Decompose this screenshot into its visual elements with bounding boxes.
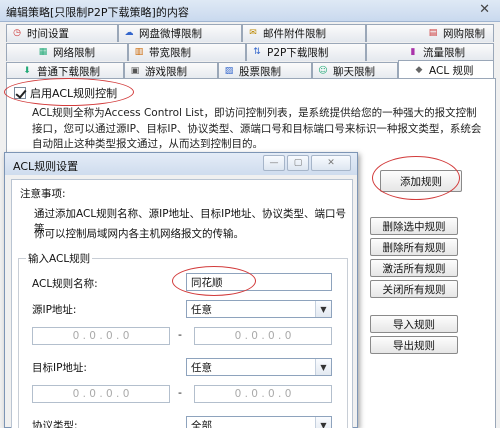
tab-mail-attachment[interactable]: ✉ 邮件附件限制 [242, 24, 366, 42]
download-icon: ⬇ [23, 66, 31, 76]
acl-description: ACL规则全称为Access Control List，即访问控制列表，是系统提… [32, 107, 482, 150]
acl-icon: ◆ [415, 65, 423, 75]
tab-label: 时间设置 [27, 28, 69, 40]
tab-network[interactable]: ▦ 网络限制 [6, 43, 128, 61]
source-ip-selected: 任意 [191, 303, 212, 316]
game-icon: ▣ [130, 66, 140, 76]
cloud-icon: ☁ [124, 28, 134, 38]
rule-name-input[interactable]: 同花顺 [186, 273, 332, 291]
traffic-icon: ▮ [410, 47, 416, 57]
dest-ip-select[interactable]: 任意 ▼ [186, 358, 332, 376]
tab-row-2: ▦ 网络限制 ▥ 带宽限制 ⇅ P2P下载限制 ▮ 流量限制 [6, 43, 494, 61]
tab-label: 网盘微博限制 [139, 28, 202, 40]
tab-label: 聊天限制 [333, 66, 375, 78]
enable-acl-label: 启用ACL规则控制 [30, 87, 118, 100]
dest-ip-start[interactable]: 0 . 0 . 0 . 0 [32, 385, 170, 403]
source-ip-label: 源IP地址: [32, 304, 77, 316]
tab-label: 带宽限制 [149, 47, 191, 59]
notes-heading: 注意事项: [20, 188, 66, 200]
bandwidth-icon: ▥ [134, 47, 144, 57]
enable-acl-checkbox[interactable] [14, 87, 26, 99]
dialog-body: 注意事项: 通过添加ACL规则名称、源IP地址、目标IP地址、协议类型、端口号等… [11, 179, 353, 428]
tab-label: 流量限制 [423, 47, 465, 59]
mail-icon: ✉ [249, 28, 257, 38]
window-title-bar: 编辑策略[只限制P2P下载策略]的内容 ✕ [0, 0, 500, 22]
chat-icon: ☺ [318, 66, 328, 76]
acl-rule-dialog: ACL规则设置 — ▢ ✕ 注意事项: 通过添加ACL规则名称、源IP地址、目标… [4, 152, 358, 428]
export-rules-button[interactable]: 导出规则 [370, 336, 458, 354]
delete-selected-button[interactable]: 删除选中规则 [370, 217, 458, 235]
range-dash: - [178, 328, 182, 341]
stock-icon: ▨ [224, 66, 234, 76]
source-ip-start[interactable]: 0 . 0 . 0 . 0 [32, 327, 170, 345]
rule-name-label: ACL规则名称: [32, 278, 98, 290]
tab-online-shopping[interactable]: ▤ 网购限制 [366, 24, 494, 42]
activate-all-button[interactable]: 激活所有规则 [370, 259, 458, 277]
chevron-down-icon: ▼ [315, 417, 331, 428]
protocol-select[interactable]: 全部 ▼ [186, 416, 332, 428]
dest-ip-end[interactable]: 0 . 0 . 0 . 0 [194, 385, 332, 403]
tab-p2p-download[interactable]: ⇅ P2P下载限制 [246, 43, 366, 61]
p2p-icon: ⇅ [253, 47, 261, 57]
maximize-icon[interactable]: ▢ [287, 155, 309, 171]
window-title: 编辑策略[只限制P2P下载策略]的内容 [6, 6, 189, 19]
dialog-title-bar: ACL规则设置 — ▢ ✕ [5, 153, 357, 175]
cart-icon: ▤ [428, 28, 438, 38]
tab-label: P2P下载限制 [267, 47, 329, 59]
tab-label: 网购限制 [443, 28, 485, 40]
import-rules-button[interactable]: 导入规则 [370, 315, 458, 333]
tab-label: 普通下载限制 [37, 66, 100, 78]
tab-row-1: ◷ 时间设置 ☁ 网盘微博限制 ✉ 邮件附件限制 ▤ 网购限制 [6, 24, 494, 42]
tab-label: 邮件附件限制 [263, 28, 326, 40]
enable-acl-row[interactable]: 启用ACL规则控制 [14, 85, 117, 101]
note-line-2: 你可以控制局域网内各主机网络报文的传输。 [34, 228, 244, 240]
protocol-label: 协议类型: [32, 420, 78, 428]
minimize-icon[interactable]: — [263, 155, 285, 171]
input-group-label: 输入ACL规则 [26, 251, 93, 266]
clock-icon: ◷ [13, 28, 21, 38]
tab-label: ACL 规则 [429, 65, 474, 77]
tab-acl-rules[interactable]: ◆ ACL 规则 [398, 60, 494, 80]
dialog-close-icon[interactable]: ✕ [311, 155, 351, 171]
tab-label: 股票限制 [239, 66, 281, 78]
range-dash: - [178, 386, 182, 399]
close-icon[interactable]: ✕ [479, 2, 490, 17]
dest-ip-label: 目标IP地址: [32, 362, 87, 374]
protocol-selected: 全部 [191, 419, 212, 428]
tab-time-settings[interactable]: ◷ 时间设置 [6, 24, 118, 42]
chevron-down-icon: ▼ [315, 359, 331, 375]
delete-all-button[interactable]: 删除所有规则 [370, 238, 458, 256]
chevron-down-icon: ▼ [315, 301, 331, 317]
tab-label: 网络限制 [53, 47, 95, 59]
close-all-button[interactable]: 关闭所有规则 [370, 280, 458, 298]
tab-traffic[interactable]: ▮ 流量限制 [366, 43, 494, 61]
tab-bandwidth[interactable]: ▥ 带宽限制 [128, 43, 246, 61]
dialog-title: ACL规则设置 [13, 160, 79, 173]
tab-label: 游戏限制 [145, 66, 187, 78]
add-rule-button[interactable]: 添加规则 [380, 170, 462, 192]
dest-ip-selected: 任意 [191, 361, 212, 374]
source-ip-select[interactable]: 任意 ▼ [186, 300, 332, 318]
source-ip-end[interactable]: 0 . 0 . 0 . 0 [194, 327, 332, 345]
tab-cloud-weibo[interactable]: ☁ 网盘微博限制 [118, 24, 242, 42]
network-icon: ▦ [38, 47, 48, 57]
